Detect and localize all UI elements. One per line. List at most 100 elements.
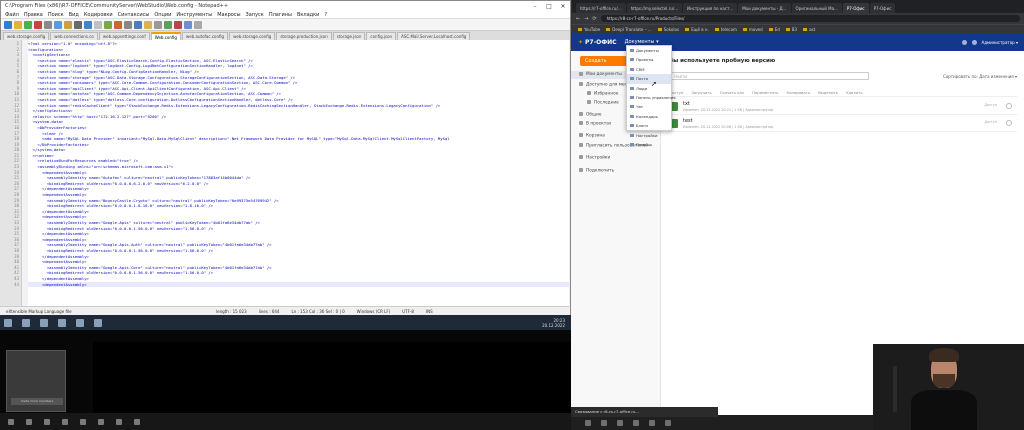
user-menu[interactable]: Администратор ▾ — [982, 40, 1018, 45]
taskbar-app-icon[interactable] — [98, 418, 104, 425]
file-tab[interactable]: web.storage.config — [3, 32, 50, 40]
taskbar-app-icon[interactable] — [116, 418, 122, 425]
file-tab[interactable]: web.autofac.config — [181, 32, 229, 40]
bookmark[interactable]: Sokolov — [658, 27, 680, 32]
bookmark[interactable]: moved — [743, 27, 763, 32]
toolbar-icon[interactable] — [94, 20, 102, 29]
browser-tab[interactable]: Оригинальный Ма... — [791, 3, 842, 13]
file-tab[interactable]: web.storage.config — [229, 32, 276, 40]
bookmark[interactable]: ast — [803, 27, 815, 32]
sidebar-item[interactable]: Корзина — [579, 133, 605, 139]
menu-item[interactable]: Вид — [69, 12, 79, 18]
sidebar-item[interactable]: Последние — [587, 100, 619, 106]
bookmark[interactable]: YouTube — [578, 27, 600, 32]
file-tab[interactable]: ASC.Mail.Server.Localhost.config — [397, 32, 471, 40]
dropdown-item[interactable]: Календарь — [627, 112, 671, 121]
toolbar-icon[interactable] — [114, 20, 122, 29]
taskbar-app-icon[interactable] — [94, 318, 102, 327]
code-editor[interactable]: 1 2 3 4 5 6 7 8 9 10 11 12 13 14 15 16 17 18 19 20 21 22 23 24 2… — [0, 40, 569, 306]
bookmark[interactable]: telecom — [715, 27, 737, 32]
file-tab[interactable]: config.json — [366, 32, 397, 40]
start-icon[interactable] — [8, 418, 14, 425]
menu-item[interactable]: Опции — [154, 12, 171, 18]
reload-icon[interactable]: ⟳ — [592, 16, 596, 22]
taskbar-app-icon[interactable] — [76, 318, 84, 327]
browser-tab[interactable]: Р7-Офис — [842, 3, 869, 13]
dropdown-item[interactable]: Панель управления — [627, 93, 676, 102]
action-button[interactable]: Копировать — [786, 90, 810, 95]
toolbar-icon[interactable] — [134, 20, 142, 29]
browser-tab[interactable]: https://r7-office.ru/... — [576, 3, 626, 13]
toolbar-icon[interactable] — [144, 20, 152, 29]
menu-item[interactable]: Файл — [5, 12, 19, 18]
taskbar-app-icon[interactable] — [44, 418, 50, 425]
dropdown-item[interactable]: Люди — [627, 84, 671, 93]
start-icon[interactable] — [585, 419, 591, 426]
file-tab[interactable]: storage.json — [332, 32, 366, 40]
toolbar-icon[interactable] — [194, 20, 202, 29]
feed-icon[interactable] — [971, 39, 977, 45]
menu-item[interactable]: Синтаксисы — [118, 12, 150, 18]
file-tab[interactable]: Web.config — [150, 32, 181, 40]
action-button[interactable]: Выделить — [818, 90, 838, 95]
search-icon[interactable] — [26, 418, 32, 425]
file-select-checkbox[interactable] — [1006, 120, 1012, 126]
toolbar-icon[interactable] — [64, 20, 72, 29]
toolbar-icon[interactable] — [104, 20, 112, 29]
dropdown-item[interactable]: Чат — [627, 102, 671, 111]
sidebar-item[interactable]: Доступно для меня — [579, 82, 630, 88]
sidebar-item[interactable]: В проектах — [579, 121, 611, 127]
bookmark[interactable]: Ещё в н. — [685, 27, 709, 32]
taskbar-app-icon[interactable] — [665, 419, 671, 426]
dropdown-item[interactable]: Настройки — [627, 131, 671, 140]
dropdown-item[interactable]: Проекты — [627, 55, 671, 64]
action-button[interactable]: Переместить — [752, 90, 778, 95]
taskbar-app-icon[interactable] — [40, 318, 48, 327]
toolbar-icon[interactable] — [74, 20, 82, 29]
taskbar-app-icon[interactable] — [22, 318, 30, 327]
dropdown-item[interactable]: CRM — [627, 65, 671, 74]
menu-item[interactable]: Макросы — [217, 12, 240, 18]
menu-item[interactable]: Вкладки — [297, 12, 319, 18]
taskbar-app-icon[interactable] — [58, 318, 66, 327]
bookmark[interactable]: Deepl Translate – ... — [606, 27, 651, 32]
toolbar-icon[interactable] — [54, 20, 62, 29]
sidebar-item[interactable]: Избранное — [587, 91, 618, 97]
browser-tab[interactable]: https://my.selectel.ru/... — [626, 3, 683, 13]
close-icon[interactable]: ✕ — [556, 3, 570, 10]
toolbar-icon[interactable] — [174, 20, 182, 29]
file-tab[interactable]: storage.production.json — [276, 32, 332, 40]
file-name[interactable]: txt — [683, 101, 690, 107]
action-button[interactable]: Удалить — [846, 90, 863, 95]
code-area[interactable]: <?xml version="1.0" encoding="utf-8"?> <c… — [28, 40, 569, 306]
forward-icon[interactable]: → — [584, 16, 588, 22]
taskbar-app-icon[interactable] — [80, 418, 86, 425]
browser-tab[interactable]: Инструкция по наст... — [683, 3, 738, 13]
dropdown-item[interactable]: Блоги — [627, 121, 671, 130]
menu-item[interactable]: Запуск — [246, 12, 264, 18]
dropdown-item[interactable]: Помощь — [627, 140, 671, 149]
taskbar-app-icon[interactable] — [134, 418, 140, 425]
invite-button[interactable]: Invite more members — [11, 398, 63, 405]
taskbar-app-icon[interactable] — [633, 419, 639, 426]
taskbar-app-icon[interactable] — [62, 418, 68, 425]
action-button[interactable]: Загрузить — [691, 90, 711, 95]
taskbar-app-icon[interactable] — [617, 419, 623, 426]
file-status[interactable]: Доступ — [984, 120, 997, 124]
toolbar-icon[interactable] — [124, 20, 132, 29]
start-icon[interactable] — [4, 318, 12, 327]
toolbar-icon[interactable] — [184, 20, 192, 29]
sidebar-item[interactable]: Подключить — [579, 168, 614, 174]
action-button[interactable]: Скачать как — [720, 90, 744, 95]
menu-item[interactable]: Поиск — [48, 12, 64, 18]
bookmark[interactable]: ВЗ — [786, 27, 797, 32]
file-row[interactable]: txt Изменен: 20.12.2022 20:21 | 1 Кб | Ад… — [669, 99, 1017, 115]
app-logo[interactable]: Р7-ОФИС — [578, 39, 617, 46]
menu-item[interactable]: Плагины — [269, 12, 292, 18]
file-tab[interactable]: web.connections.co — [50, 32, 98, 40]
toolbar-icon[interactable] — [44, 20, 52, 29]
file-select-checkbox[interactable] — [1006, 103, 1012, 109]
menu-item[interactable]: Кодировки — [84, 12, 113, 18]
toolbar-icon[interactable] — [34, 20, 42, 29]
file-tab[interactable]: web.appsettings.conf — [98, 32, 150, 40]
